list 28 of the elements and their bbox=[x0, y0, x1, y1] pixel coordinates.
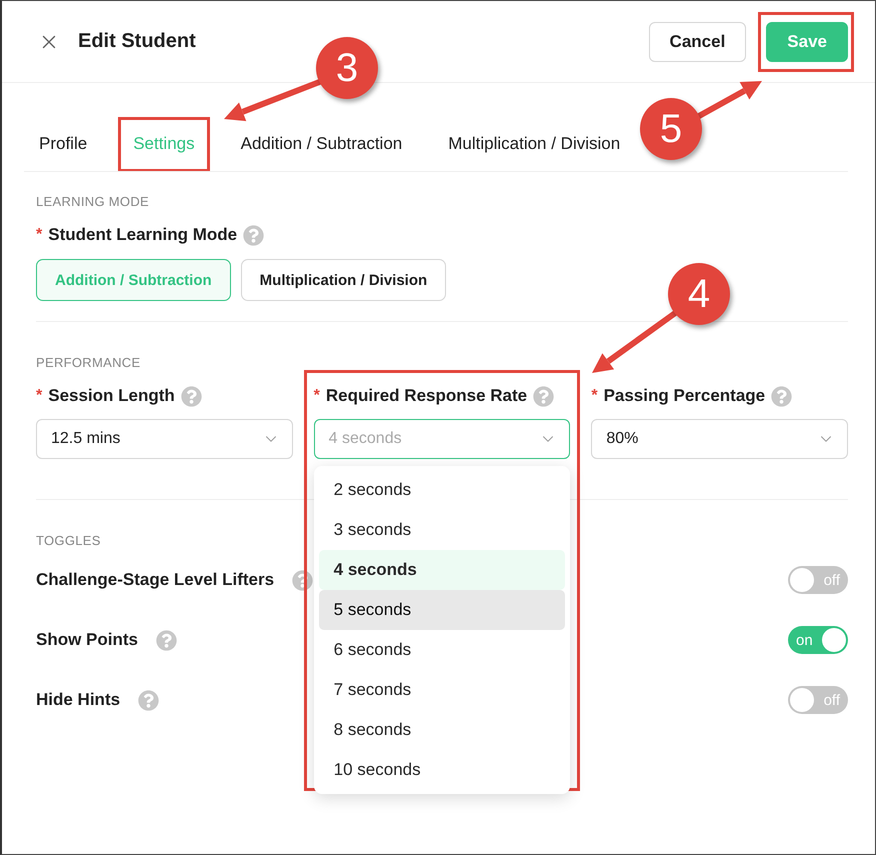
dropdown-option[interactable]: 5 seconds bbox=[318, 590, 566, 630]
toggle-label: Show Points bbox=[36, 630, 138, 650]
dropdown-field[interactable]: 80% bbox=[591, 419, 848, 459]
required-mark: * bbox=[591, 387, 598, 405]
section-heading: PERFORMANCE bbox=[36, 355, 142, 370]
field-label: Session Length bbox=[48, 386, 175, 406]
step-number: 5 bbox=[640, 98, 702, 160]
toggle-label: Challenge-Stage Level Lifters bbox=[36, 570, 274, 590]
field-label: Required Response Rate bbox=[326, 386, 528, 406]
dialog-title: Edit Student bbox=[78, 30, 197, 53]
required-mark: * bbox=[314, 387, 320, 405]
field-label: Passing Percentage bbox=[604, 386, 766, 406]
cancel-button[interactable]: Cancel bbox=[648, 22, 746, 62]
toggle-label: Hide Hints bbox=[36, 690, 120, 710]
tab[interactable]: Multiplication / Division bbox=[433, 117, 636, 171]
dropdown-field[interactable]: 12.5 mins bbox=[36, 419, 293, 459]
help-icon[interactable] bbox=[292, 570, 314, 590]
field-label: Student Learning Mode bbox=[48, 225, 238, 245]
required-mark: * bbox=[36, 387, 42, 405]
tab[interactable]: Addition / Subtraction bbox=[226, 117, 418, 171]
step-number: 4 bbox=[668, 263, 730, 325]
tab[interactable]: Profile bbox=[24, 117, 102, 171]
section-heading: LEARNING MODE bbox=[36, 194, 150, 209]
required-mark: * bbox=[36, 226, 42, 244]
dropdown-option[interactable]: 4 seconds bbox=[318, 550, 566, 590]
step-number: 3 bbox=[316, 37, 378, 99]
mode-option[interactable]: Multiplication / Division bbox=[240, 259, 446, 301]
section-heading: TOGGLES bbox=[36, 533, 102, 548]
